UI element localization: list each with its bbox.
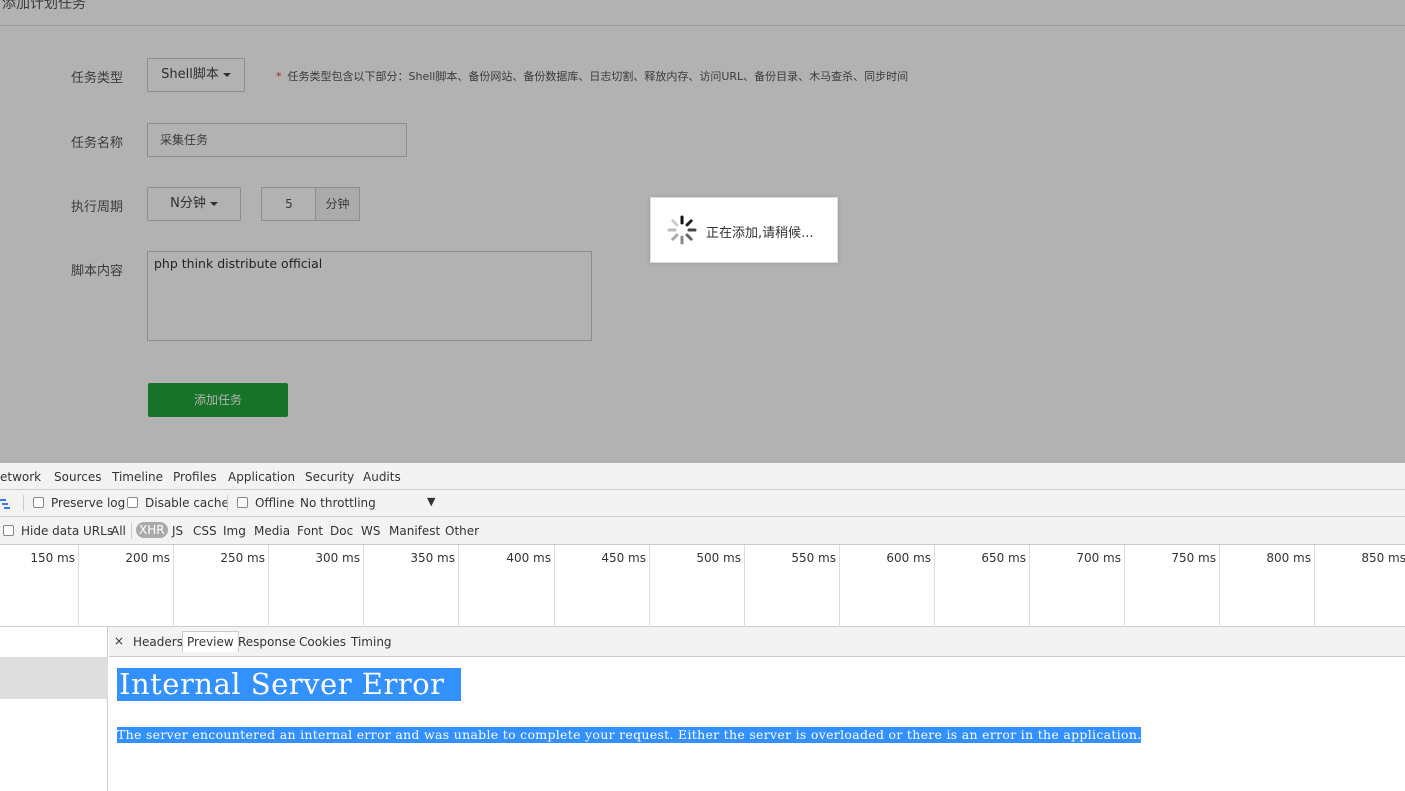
devtools-tab-bar: etwork Sources Timeline Profiles Applica… bbox=[0, 463, 1405, 490]
timeline-label: 350 ms bbox=[410, 551, 455, 565]
filter-js[interactable]: JS bbox=[172, 524, 183, 538]
tab-application[interactable]: Application bbox=[228, 470, 295, 484]
filter-img[interactable]: Img bbox=[223, 524, 246, 538]
timeline-label: 150 ms bbox=[30, 551, 75, 565]
timeline-label: 850 ms bbox=[1361, 551, 1405, 565]
timeline-gridline bbox=[744, 545, 745, 627]
filter-other[interactable]: Other bbox=[445, 524, 479, 538]
loading-spinner-icon bbox=[667, 215, 697, 245]
filter-font[interactable]: Font bbox=[297, 524, 323, 538]
tab-sources[interactable]: Sources bbox=[54, 470, 101, 484]
timeline-gridline bbox=[1029, 545, 1030, 627]
timeline-gridline bbox=[173, 545, 174, 627]
timeline-gridline bbox=[649, 545, 650, 627]
timeline-label: 200 ms bbox=[125, 551, 170, 565]
filter-manifest[interactable]: Manifest bbox=[389, 524, 440, 538]
timeline-gridline bbox=[839, 545, 840, 627]
timeline-label: 400 ms bbox=[506, 551, 551, 565]
filter-divider bbox=[131, 523, 132, 539]
throttling-dropdown-icon[interactable]: ▼ bbox=[427, 495, 435, 508]
disable-cache-label: Disable cache bbox=[145, 496, 229, 510]
network-toolbar: Preserve log Disable cache Offline No th… bbox=[0, 490, 1405, 517]
tab-cookies[interactable]: Cookies bbox=[299, 635, 346, 649]
waterfall-view-icon[interactable] bbox=[0, 498, 12, 510]
tab-timing[interactable]: Timing bbox=[351, 635, 392, 649]
request-list bbox=[0, 627, 108, 791]
filter-css[interactable]: CSS bbox=[193, 524, 217, 538]
response-preview: Internal Server Error The server encount… bbox=[109, 657, 1405, 791]
timeline-label: 250 ms bbox=[220, 551, 265, 565]
disable-cache-checkbox[interactable] bbox=[127, 497, 138, 508]
offline-checkbox[interactable] bbox=[237, 497, 248, 508]
devtools-panel: etwork Sources Timeline Profiles Applica… bbox=[0, 463, 1405, 791]
preserve-log-label: Preserve log bbox=[51, 496, 126, 510]
timeline-label: 800 ms bbox=[1266, 551, 1311, 565]
error-title: Internal Server Error bbox=[117, 668, 461, 701]
tab-headers[interactable]: Headers bbox=[133, 635, 183, 649]
tab-response[interactable]: Response bbox=[238, 635, 296, 649]
loading-text: 正在添加,请稍候... bbox=[706, 226, 814, 241]
tab-security[interactable]: Security bbox=[305, 470, 354, 484]
timeline-gridline bbox=[1219, 545, 1220, 627]
timeline-gridline bbox=[1124, 545, 1125, 627]
error-message: The server encountered an internal error… bbox=[117, 727, 1142, 743]
offline-label: Offline bbox=[255, 496, 295, 510]
timeline-gridline bbox=[1314, 545, 1315, 627]
timeline-label: 650 ms bbox=[981, 551, 1026, 565]
timeline-gridline bbox=[363, 545, 364, 627]
close-icon[interactable]: × bbox=[114, 634, 124, 648]
filter-all[interactable]: All bbox=[111, 524, 126, 538]
tab-audits[interactable]: Audits bbox=[363, 470, 401, 484]
timeline-gridline bbox=[554, 545, 555, 627]
request-detail-tabs: × Headers Preview Response Cookies Timin… bbox=[109, 627, 1405, 657]
network-filter-bar: Hide data URLs All XHR JS CSS Img Media … bbox=[0, 517, 1405, 545]
hide-data-urls-label: Hide data URLs bbox=[21, 524, 114, 538]
tab-network[interactable]: etwork bbox=[0, 470, 41, 484]
timeline-label: 500 ms bbox=[696, 551, 741, 565]
timeline-gridline bbox=[78, 545, 79, 627]
timeline-label: 600 ms bbox=[886, 551, 931, 565]
throttling-select[interactable]: No throttling bbox=[300, 496, 376, 510]
timeline-label: 750 ms bbox=[1171, 551, 1216, 565]
toolbar-divider bbox=[23, 495, 24, 511]
loading-dialog: 正在添加,请稍候... bbox=[650, 197, 838, 263]
request-row-selected[interactable] bbox=[0, 657, 108, 699]
tab-timeline[interactable]: Timeline bbox=[112, 470, 163, 484]
timeline-gridline bbox=[268, 545, 269, 627]
timeline-label: 700 ms bbox=[1076, 551, 1121, 565]
tab-preview[interactable]: Preview bbox=[182, 631, 239, 652]
timeline-gridline bbox=[934, 545, 935, 627]
filter-doc[interactable]: Doc bbox=[330, 524, 353, 538]
timeline-label: 450 ms bbox=[601, 551, 646, 565]
tab-profiles[interactable]: Profiles bbox=[173, 470, 217, 484]
timeline-gridline bbox=[458, 545, 459, 627]
filter-xhr[interactable]: XHR bbox=[136, 522, 168, 538]
filter-ws[interactable]: WS bbox=[361, 524, 380, 538]
timeline-label: 300 ms bbox=[315, 551, 360, 565]
add-scheduled-task-page: 添加计划任务 任务类型 Shell脚本 * 任务类型包含以下部分：Shell脚本、… bbox=[0, 0, 1405, 463]
filter-media[interactable]: Media bbox=[254, 524, 290, 538]
toolbar-divider bbox=[227, 495, 228, 511]
network-timeline-overview[interactable]: 150 ms 200 ms 250 ms 300 ms 350 ms 400 ms 450 … bbox=[0, 545, 1405, 627]
timeline-label: 550 ms bbox=[791, 551, 836, 565]
hide-data-urls-checkbox[interactable] bbox=[3, 525, 14, 536]
preserve-log-checkbox[interactable] bbox=[33, 497, 44, 508]
